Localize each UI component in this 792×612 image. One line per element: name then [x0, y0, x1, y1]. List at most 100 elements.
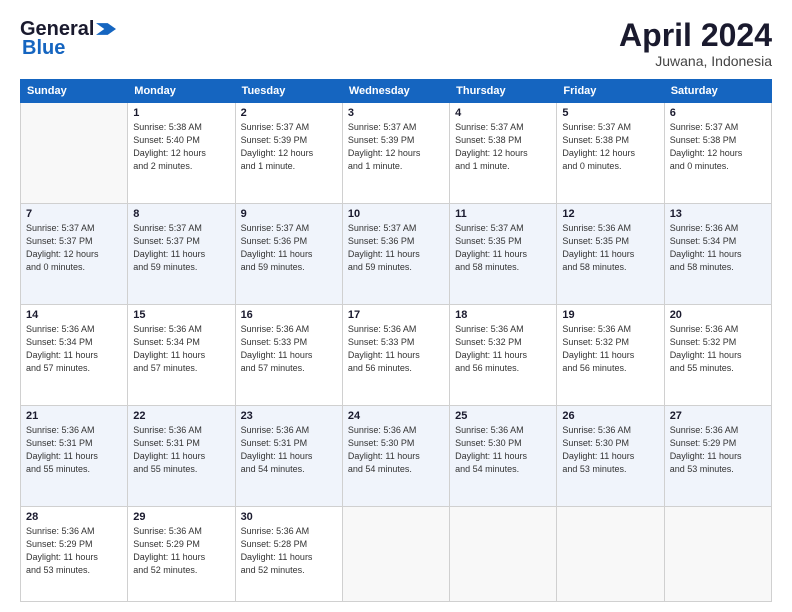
day-number: 6 — [670, 107, 766, 119]
calendar-cell — [450, 507, 557, 602]
calendar-cell: 29 Sunrise: 5:36 AMSunset: 5:29 PMDayligh… — [128, 507, 235, 602]
calendar-cell: 19 Sunrise: 5:36 AMSunset: 5:32 PMDayligh… — [557, 305, 664, 406]
calendar-cell: 27Sunrise: 5:36 AMSunset: 5:29 PMDayligh… — [664, 406, 771, 507]
calendar-cell: 18 Sunrise: 5:36 AMSunset: 5:32 PMDayligh… — [450, 305, 557, 406]
calendar-page: General Blue April 2024 Juwana, Indonesi… — [0, 0, 792, 612]
day-number: 19 — [562, 309, 658, 321]
day-info: Sunrise: 5:36 AMSunset: 5:32 PMDaylight:… — [562, 323, 658, 375]
calendar-cell: 22 Sunrise: 5:36 AMSunset: 5:31 PMDayligh… — [128, 406, 235, 507]
day-number: 9 — [241, 208, 337, 220]
day-info: Sunrise: 5:37 AMSunset: 5:38 PMDaylight:… — [455, 121, 551, 173]
title-section: April 2024 Juwana, Indonesia — [619, 18, 772, 69]
day-info: Sunrise: 5:37 AMSunset: 5:36 PMDaylight:… — [348, 222, 444, 274]
calendar-week-row: 14 Sunrise: 5:36 AMSunset: 5:34 PMDayligh… — [21, 305, 772, 406]
calendar-cell: 1 Sunrise: 5:38 AMSunset: 5:40 PMDaylight… — [128, 103, 235, 204]
calendar-cell: 4 Sunrise: 5:37 AMSunset: 5:38 PMDaylight… — [450, 103, 557, 204]
day-info: Sunrise: 5:36 AMSunset: 5:32 PMDaylight:… — [455, 323, 551, 375]
day-number: 2 — [241, 107, 337, 119]
calendar-cell: 11Sunrise: 5:37 AMSunset: 5:35 PMDayligh… — [450, 204, 557, 305]
logo-arrow-icon — [96, 23, 116, 35]
day-info: Sunrise: 5:37 AMSunset: 5:35 PMDaylight:… — [455, 222, 551, 274]
day-info: Sunrise: 5:37 AMSunset: 5:37 PMDaylight:… — [133, 222, 229, 274]
calendar-cell: 28 Sunrise: 5:36 AMSunset: 5:29 PMDayligh… — [21, 507, 128, 602]
day-number: 25 — [455, 410, 551, 422]
day-number: 14 — [26, 309, 122, 321]
calendar-cell: 15 Sunrise: 5:36 AMSunset: 5:34 PMDayligh… — [128, 305, 235, 406]
day-number: 26 — [562, 410, 658, 422]
calendar-cell: 23Sunrise: 5:36 AMSunset: 5:31 PMDayligh… — [235, 406, 342, 507]
calendar-cell: 2 Sunrise: 5:37 AMSunset: 5:39 PMDaylight… — [235, 103, 342, 204]
day-number: 30 — [241, 511, 337, 523]
day-info: Sunrise: 5:36 AMSunset: 5:31 PMDaylight:… — [133, 424, 229, 476]
weekday-header-saturday: Saturday — [664, 80, 771, 103]
day-info: Sunrise: 5:36 AMSunset: 5:30 PMDaylight:… — [455, 424, 551, 476]
calendar-cell: 10 Sunrise: 5:37 AMSunset: 5:36 PMDayligh… — [342, 204, 449, 305]
day-number: 20 — [670, 309, 766, 321]
calendar-cell — [664, 507, 771, 602]
calendar-cell: 20 Sunrise: 5:36 AMSunset: 5:32 PMDayligh… — [664, 305, 771, 406]
location-subtitle: Juwana, Indonesia — [619, 53, 772, 69]
calendar-cell — [21, 103, 128, 204]
day-info: Sunrise: 5:37 AMSunset: 5:39 PMDaylight:… — [348, 121, 444, 173]
calendar-cell — [557, 507, 664, 602]
day-number: 23 — [241, 410, 337, 422]
weekday-header-row: SundayMondayTuesdayWednesdayThursdayFrid… — [21, 80, 772, 103]
calendar-week-row: 7 Sunrise: 5:37 AMSunset: 5:37 PMDaylight… — [21, 204, 772, 305]
day-info: Sunrise: 5:37 AMSunset: 5:39 PMDaylight:… — [241, 121, 337, 173]
calendar-cell: 6Sunrise: 5:37 AMSunset: 5:38 PMDaylight… — [664, 103, 771, 204]
calendar-cell: 7 Sunrise: 5:37 AMSunset: 5:37 PMDaylight… — [21, 204, 128, 305]
day-info: Sunrise: 5:36 AMSunset: 5:31 PMDaylight:… — [26, 424, 122, 476]
day-info: Sunrise: 5:37 AMSunset: 5:37 PMDaylight:… — [26, 222, 122, 274]
calendar-week-row: 28 Sunrise: 5:36 AMSunset: 5:29 PMDayligh… — [21, 507, 772, 602]
calendar-cell: 24Sunrise: 5:36 AMSunset: 5:30 PMDayligh… — [342, 406, 449, 507]
logo: General Blue — [20, 18, 116, 60]
day-number: 28 — [26, 511, 122, 523]
calendar-week-row: 21 Sunrise: 5:36 AMSunset: 5:31 PMDayligh… — [21, 406, 772, 507]
day-number: 15 — [133, 309, 229, 321]
calendar-table: SundayMondayTuesdayWednesdayThursdayFrid… — [20, 79, 772, 602]
day-number: 17 — [348, 309, 444, 321]
day-number: 10 — [348, 208, 444, 220]
day-info: Sunrise: 5:36 AMSunset: 5:33 PMDaylight:… — [241, 323, 337, 375]
weekday-header-monday: Monday — [128, 80, 235, 103]
day-number: 8 — [133, 208, 229, 220]
day-number: 27 — [670, 410, 766, 422]
day-number: 16 — [241, 309, 337, 321]
calendar-cell: 21 Sunrise: 5:36 AMSunset: 5:31 PMDayligh… — [21, 406, 128, 507]
day-number: 22 — [133, 410, 229, 422]
day-info: Sunrise: 5:38 AMSunset: 5:40 PMDaylight:… — [133, 121, 229, 173]
day-info: Sunrise: 5:36 AMSunset: 5:30 PMDaylight:… — [348, 424, 444, 476]
day-info: Sunrise: 5:36 AMSunset: 5:29 PMDaylight:… — [26, 525, 122, 577]
day-number: 18 — [455, 309, 551, 321]
calendar-cell: 9 Sunrise: 5:37 AMSunset: 5:36 PMDaylight… — [235, 204, 342, 305]
day-info: Sunrise: 5:36 AMSunset: 5:33 PMDaylight:… — [348, 323, 444, 375]
logo-blue: Blue — [22, 37, 65, 60]
calendar-cell: 17 Sunrise: 5:36 AMSunset: 5:33 PMDayligh… — [342, 305, 449, 406]
day-number: 7 — [26, 208, 122, 220]
day-number: 21 — [26, 410, 122, 422]
header: General Blue April 2024 Juwana, Indonesi… — [20, 18, 772, 69]
day-info: Sunrise: 5:36 AMSunset: 5:28 PMDaylight:… — [241, 525, 337, 577]
day-info: Sunrise: 5:37 AMSunset: 5:38 PMDaylight:… — [562, 121, 658, 173]
day-number: 13 — [670, 208, 766, 220]
calendar-cell: 30 Sunrise: 5:36 AMSunset: 5:28 PMDayligh… — [235, 507, 342, 602]
day-info: Sunrise: 5:36 AMSunset: 5:34 PMDaylight:… — [133, 323, 229, 375]
day-info: Sunrise: 5:36 AMSunset: 5:34 PMDaylight:… — [26, 323, 122, 375]
day-info: Sunrise: 5:36 AMSunset: 5:34 PMDaylight:… — [670, 222, 766, 274]
calendar-cell: 12Sunrise: 5:36 AMSunset: 5:35 PMDayligh… — [557, 204, 664, 305]
day-info: Sunrise: 5:36 AMSunset: 5:30 PMDaylight:… — [562, 424, 658, 476]
calendar-cell: 3Sunrise: 5:37 AMSunset: 5:39 PMDaylight… — [342, 103, 449, 204]
calendar-cell: 26 Sunrise: 5:36 AMSunset: 5:30 PMDayligh… — [557, 406, 664, 507]
calendar-cell: 14 Sunrise: 5:36 AMSunset: 5:34 PMDayligh… — [21, 305, 128, 406]
calendar-cell: 5 Sunrise: 5:37 AMSunset: 5:38 PMDaylight… — [557, 103, 664, 204]
day-number: 1 — [133, 107, 229, 119]
day-info: Sunrise: 5:37 AMSunset: 5:36 PMDaylight:… — [241, 222, 337, 274]
day-number: 5 — [562, 107, 658, 119]
month-title: April 2024 — [619, 18, 772, 53]
day-info: Sunrise: 5:36 AMSunset: 5:29 PMDaylight:… — [133, 525, 229, 577]
weekday-header-wednesday: Wednesday — [342, 80, 449, 103]
day-number: 29 — [133, 511, 229, 523]
day-number: 4 — [455, 107, 551, 119]
day-info: Sunrise: 5:36 AMSunset: 5:32 PMDaylight:… — [670, 323, 766, 375]
calendar-cell: 8 Sunrise: 5:37 AMSunset: 5:37 PMDaylight… — [128, 204, 235, 305]
